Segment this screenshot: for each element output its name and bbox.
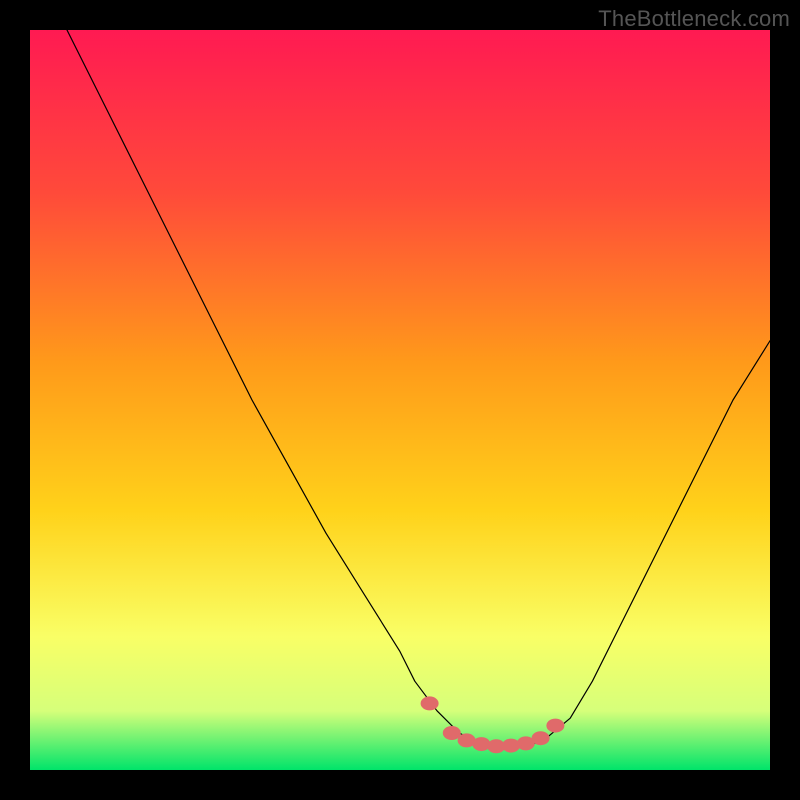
chart-svg xyxy=(30,30,770,770)
gradient-background xyxy=(30,30,770,770)
plot-area xyxy=(30,30,770,770)
minimum-marker xyxy=(443,726,461,740)
chart-stage: TheBottleneck.com xyxy=(0,0,800,800)
minimum-marker xyxy=(532,731,550,745)
watermark-text: TheBottleneck.com xyxy=(598,6,790,32)
minimum-marker xyxy=(546,719,564,733)
minimum-marker xyxy=(421,696,439,710)
